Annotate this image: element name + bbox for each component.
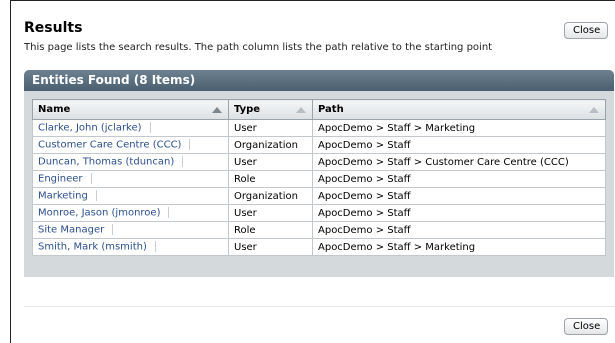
- path-cell: ApocDemo > Staff: [312, 170, 606, 188]
- column-header-path[interactable]: Path: [312, 99, 606, 120]
- name-cell: Engineer: [32, 170, 229, 188]
- table-row: Engineer Role ApocDemo > Staff: [32, 170, 606, 188]
- table-row: Monroe, Jason (jmonroe) User ApocDemo > St…: [32, 204, 606, 222]
- close-button-bottom[interactable]: Close: [564, 318, 608, 335]
- entity-link[interactable]: Clarke, John (jclarke): [38, 123, 142, 134]
- type-cell: Role: [228, 221, 313, 239]
- table-row: Duncan, Thomas (tduncan) User ApocDemo > S…: [32, 153, 606, 171]
- sort-ascending-icon[interactable]: [212, 107, 222, 113]
- entities-panel: Entities Found (8 Items) Name Type Path …: [24, 70, 614, 277]
- type-cell: Organization: [228, 187, 313, 205]
- name-cell: Site Manager: [32, 221, 229, 239]
- window-top-border: [10, 0, 615, 1]
- path-cell: ApocDemo > Staff: [312, 187, 606, 205]
- name-cell: Duncan, Thomas (tduncan): [32, 153, 229, 171]
- footer-divider: [24, 306, 615, 307]
- entity-link[interactable]: Marketing: [38, 191, 88, 202]
- name-cell: Monroe, Jason (jmonroe): [32, 204, 229, 222]
- sort-icon[interactable]: [589, 107, 599, 113]
- table-row: Customer Care Centre (CCC) Organization Ap…: [32, 136, 606, 154]
- cell-divider: [154, 241, 156, 253]
- name-cell: Marketing: [32, 187, 229, 205]
- path-cell: ApocDemo > Staff > Marketing: [312, 119, 606, 137]
- path-cell: ApocDemo > Staff: [312, 136, 606, 154]
- entity-link[interactable]: Smith, Mark (msmith): [38, 242, 147, 253]
- entity-link[interactable]: Customer Care Centre (CCC): [38, 140, 181, 151]
- type-cell: Role: [228, 170, 313, 188]
- table-row: Smith, Mark (msmith) User ApocDemo > Staff…: [32, 238, 606, 256]
- table-row: Clarke, John (jclarke) User ApocDemo > Sta…: [32, 119, 606, 137]
- sort-icon[interactable]: [296, 107, 306, 113]
- path-cell: ApocDemo > Staff: [312, 204, 606, 222]
- entity-link[interactable]: Site Manager: [38, 225, 104, 236]
- page-title: Results: [24, 20, 83, 36]
- cell-divider: [168, 207, 170, 219]
- type-cell: User: [228, 119, 313, 137]
- cell-divider: [112, 224, 114, 236]
- name-cell: Smith, Mark (msmith): [32, 238, 229, 256]
- path-cell: ApocDemo > Staff: [312, 221, 606, 239]
- type-cell: User: [228, 238, 313, 256]
- path-cell: ApocDemo > Staff > Customer Care Centre …: [312, 153, 606, 171]
- close-button-top[interactable]: Close: [564, 22, 608, 39]
- table-row: Site Manager Role ApocDemo > Staff: [32, 221, 606, 239]
- table-row: Marketing Organization ApocDemo > Staff: [32, 187, 606, 205]
- cell-divider: [182, 156, 184, 168]
- path-cell: ApocDemo > Staff > Marketing: [312, 238, 606, 256]
- results-table: Name Type Path Clarke, John (jclarke) Use…: [32, 99, 606, 256]
- name-cell: Clarke, John (jclarke): [32, 119, 229, 137]
- column-header-type[interactable]: Type: [228, 99, 313, 120]
- cell-divider: [189, 139, 191, 151]
- type-cell: User: [228, 204, 313, 222]
- cell-divider: [149, 122, 151, 134]
- type-cell: User: [228, 153, 313, 171]
- entity-link[interactable]: Duncan, Thomas (tduncan): [38, 157, 174, 168]
- name-cell: Customer Care Centre (CCC): [32, 136, 229, 154]
- entity-link[interactable]: Monroe, Jason (jmonroe): [38, 208, 160, 219]
- cell-divider: [90, 173, 92, 185]
- cell-divider: [95, 190, 97, 202]
- page-description: This page lists the search results. The …: [24, 42, 493, 53]
- window-left-border: [10, 0, 11, 343]
- panel-header: Entities Found (8 Items): [24, 70, 614, 91]
- column-header-name[interactable]: Name: [32, 99, 229, 120]
- type-cell: Organization: [228, 136, 313, 154]
- entity-link[interactable]: Engineer: [38, 174, 83, 185]
